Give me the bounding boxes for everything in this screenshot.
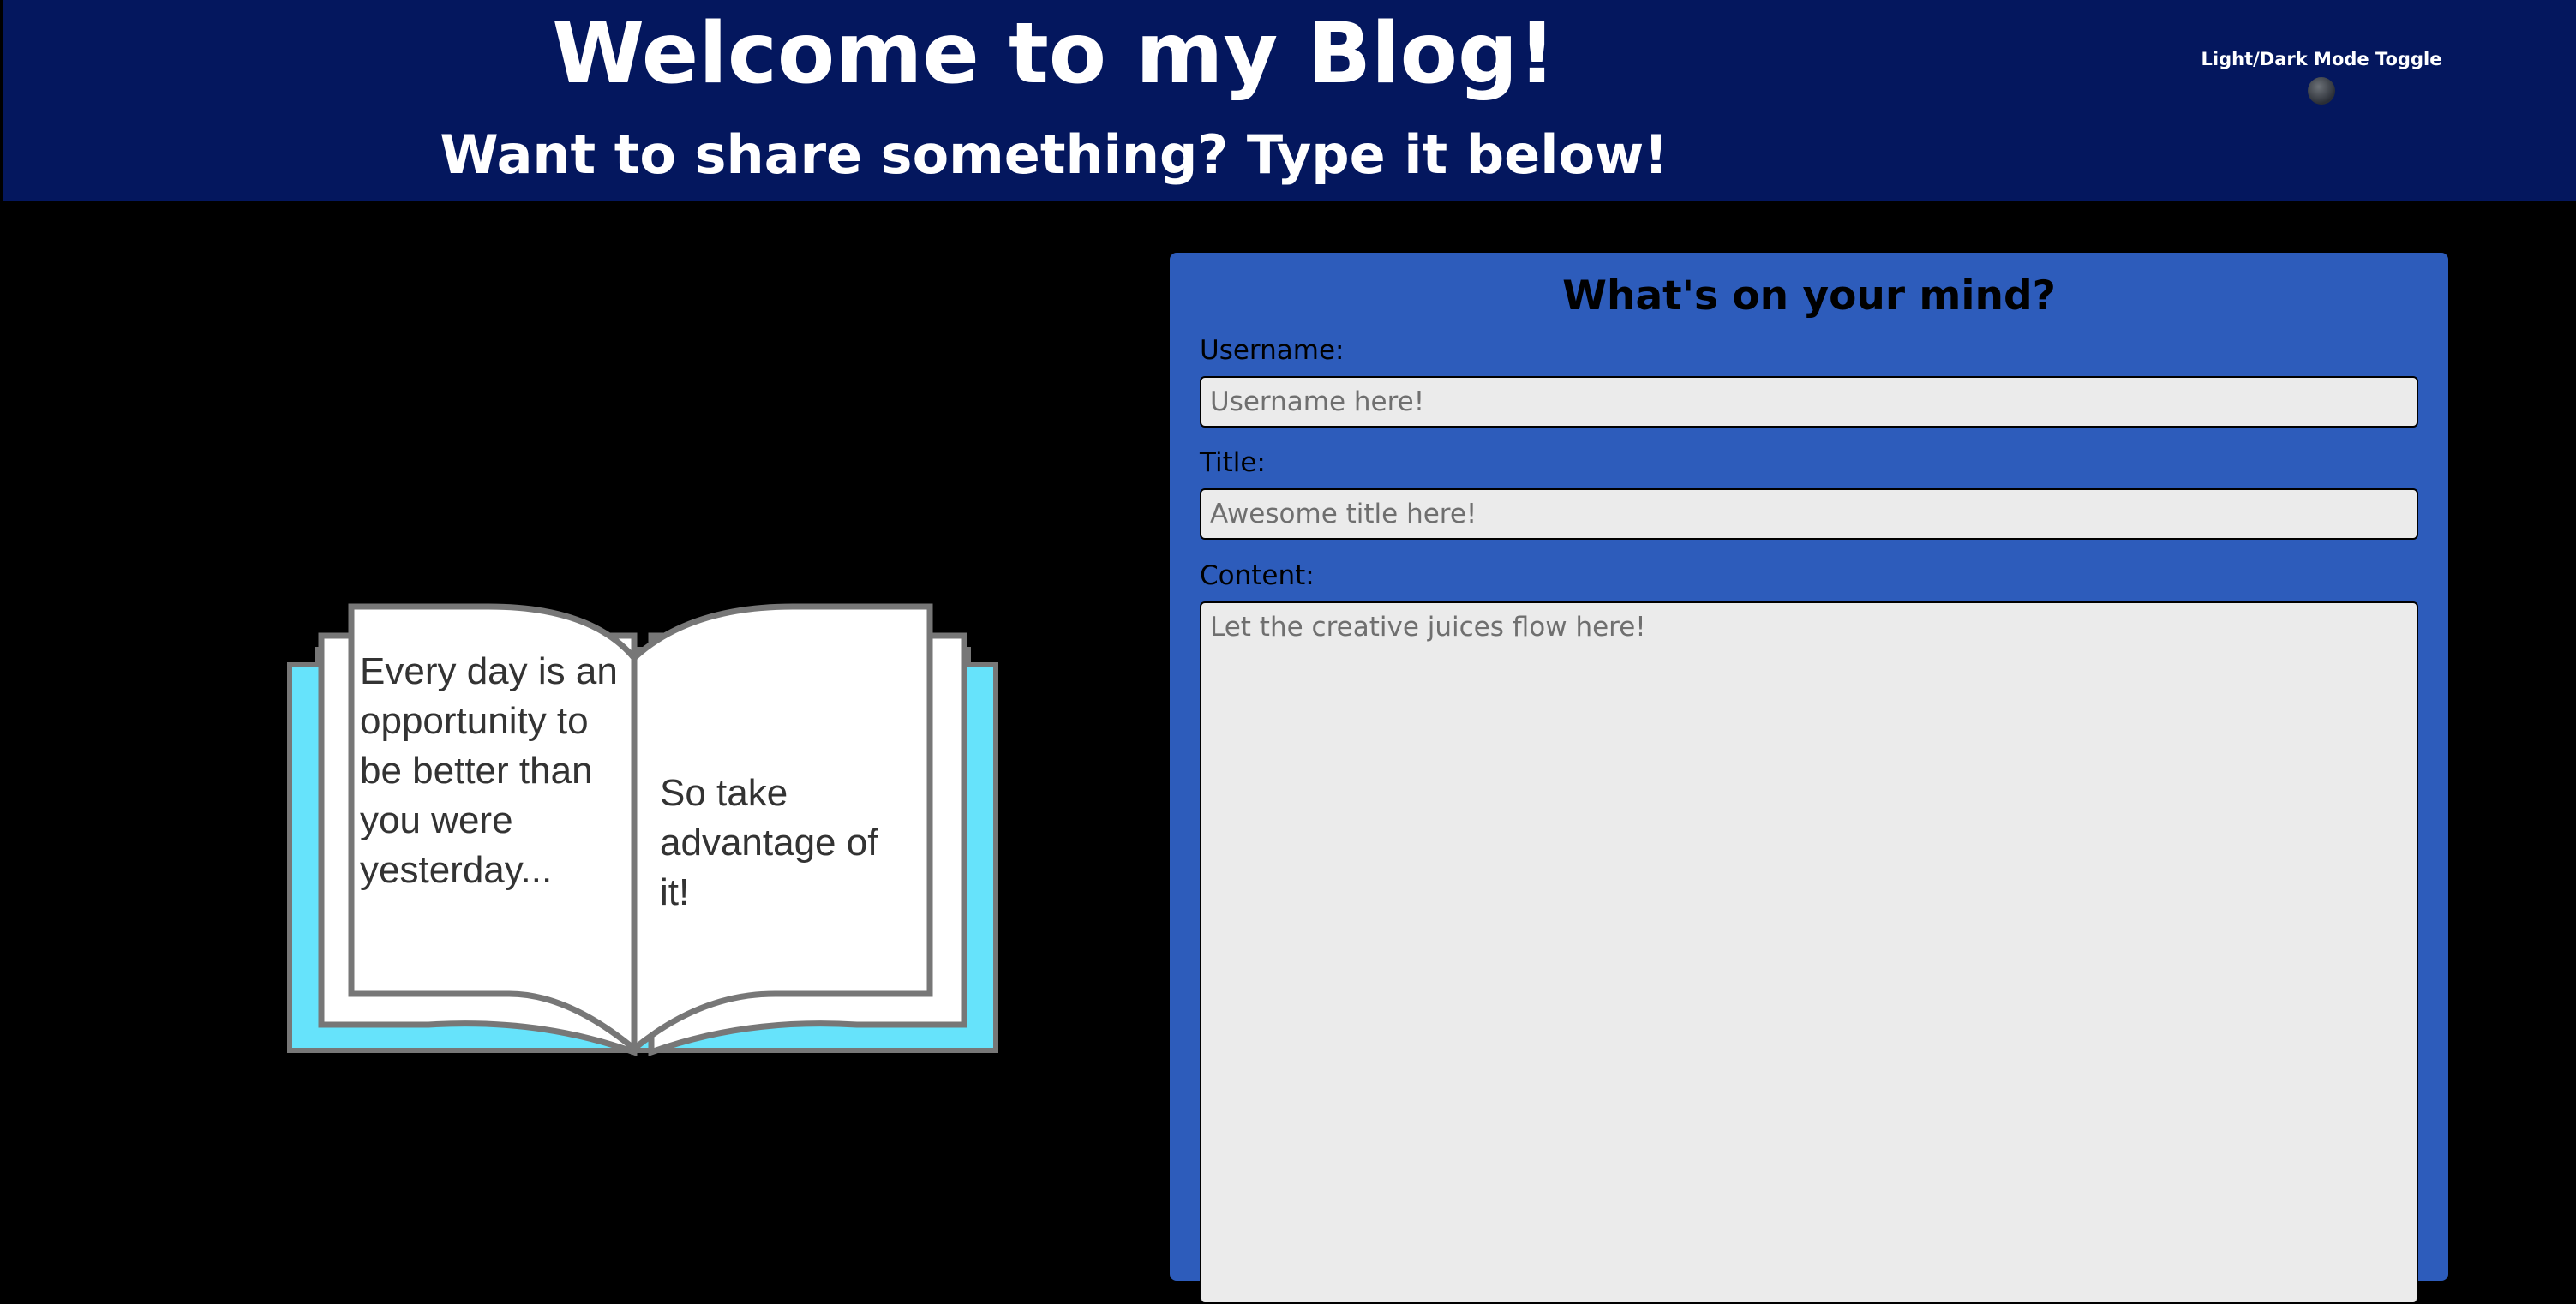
title-input[interactable] <box>1200 488 2418 540</box>
book-left-line-5: yesterday... <box>360 849 552 891</box>
theme-toggle-label: Light/Dark Mode Toggle <box>2201 49 2442 69</box>
site-header: Welcome to my Blog! Want to share someth… <box>3 0 2576 201</box>
new-post-form: What's on your mind? Username: Title: Co… <box>1170 253 2448 1304</box>
book-left-line-4: you were <box>360 799 513 841</box>
page-subtitle: Want to share something? Type it below! <box>440 123 1668 186</box>
content-textarea[interactable] <box>1200 601 2418 1304</box>
form-heading: What's on your mind? <box>1562 272 2056 320</box>
page-title: Welcome to my Blog! <box>552 5 1556 103</box>
book-right-line-2: advantage of <box>660 822 878 864</box>
username-label: Username: <box>1200 335 1345 366</box>
theme-toggle-button[interactable] <box>2308 77 2335 105</box>
book-left-line-1: Every day is an <box>360 650 618 692</box>
title-label: Title: <box>1200 447 1266 478</box>
open-book-icon: Every day is an opportunity to be better… <box>287 603 998 1056</box>
book-left-line-2: opportunity to <box>360 700 589 742</box>
theme-toggle-group: Light/Dark Mode Toggle <box>2197 45 2446 105</box>
username-input[interactable] <box>1200 376 2418 428</box>
book-right-line-3: it! <box>660 871 689 913</box>
book-right-line-1: So take <box>660 772 788 814</box>
book-left-line-3: be better than <box>360 750 593 792</box>
content-label: Content: <box>1200 560 1315 591</box>
open-book-illustration: Every day is an opportunity to be better… <box>283 598 1003 1059</box>
